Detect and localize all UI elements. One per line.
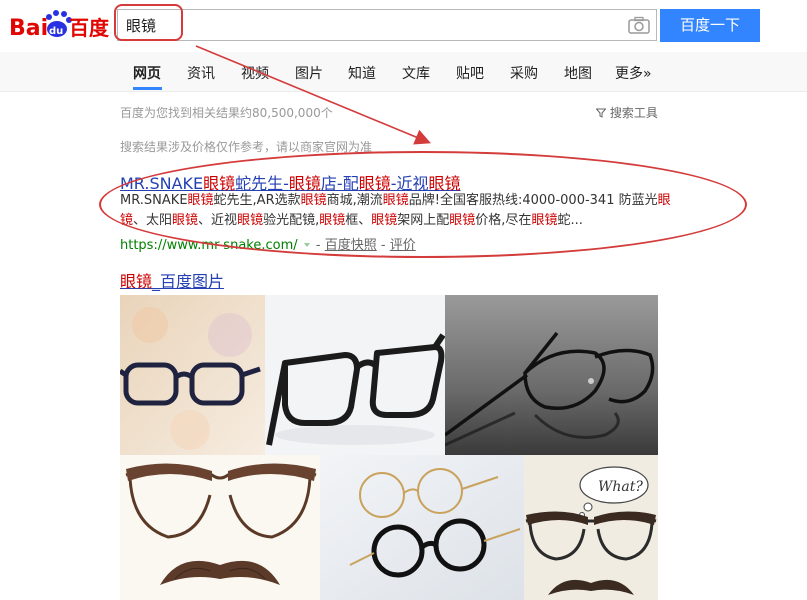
image-tile-2[interactable] xyxy=(265,295,445,455)
image-tile-4[interactable] xyxy=(120,455,320,600)
images-title-text: _百度图片 xyxy=(152,272,225,291)
images-title-highlight: 眼镜 xyxy=(120,272,153,291)
image-tile-5[interactable] xyxy=(320,455,524,600)
image-tile-1[interactable] xyxy=(120,295,265,455)
image-tile-3[interactable] xyxy=(445,295,658,455)
images-section-link[interactable]: 眼镜_百度图片 xyxy=(120,268,224,292)
image-tile-6[interactable]: What? xyxy=(524,455,658,600)
thought-text: What? xyxy=(598,479,643,495)
